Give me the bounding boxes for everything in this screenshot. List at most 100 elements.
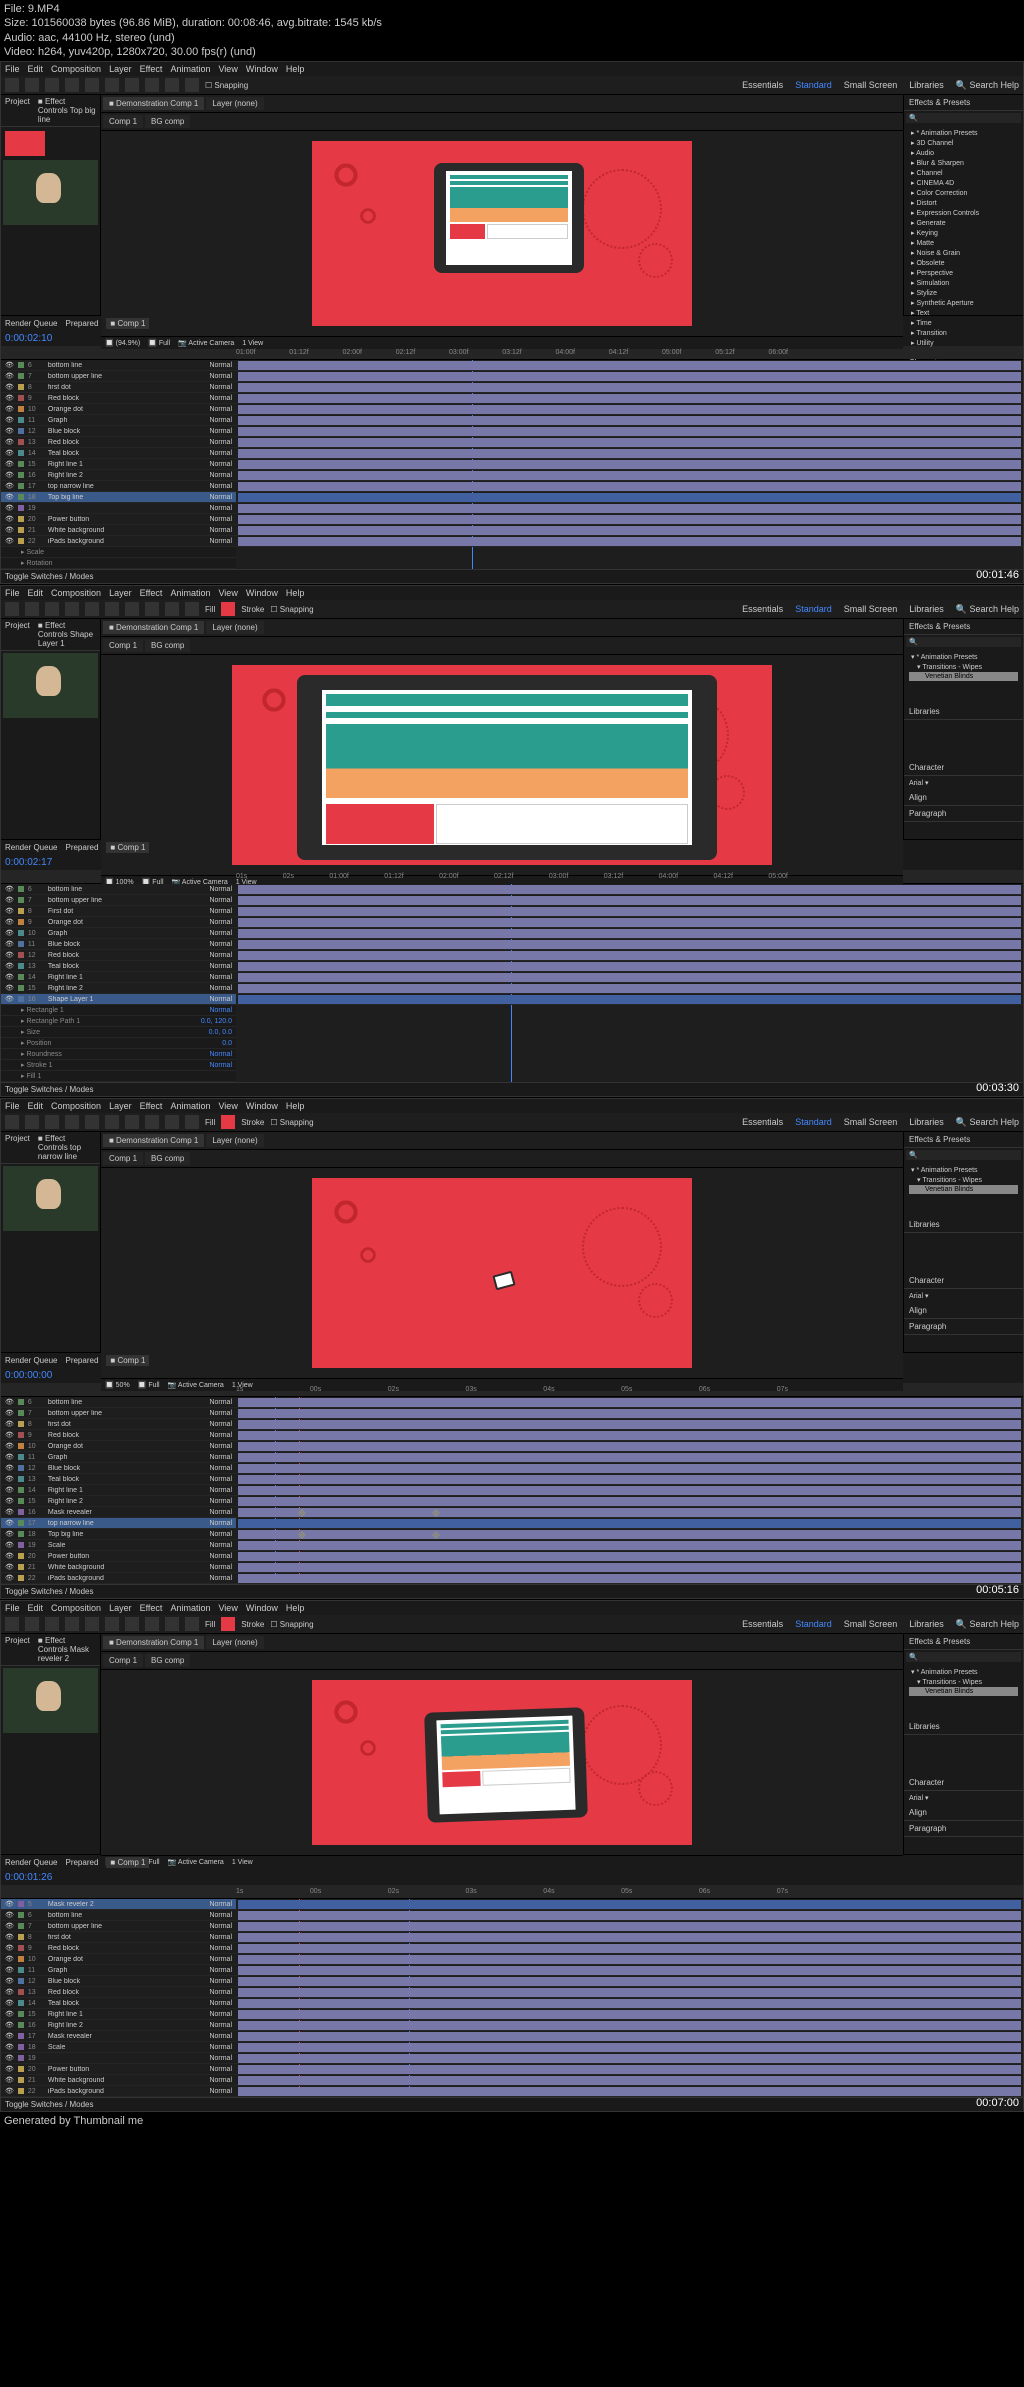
track-row[interactable]	[236, 1932, 1023, 1943]
layer-row[interactable]: 👁11GraphNormal	[1, 415, 236, 426]
property-row[interactable]: ▸ Fill 1	[1, 1071, 236, 1082]
layer-row[interactable]: 👁15Right line 1Normal	[1, 459, 236, 470]
tool-icon[interactable]	[125, 1115, 139, 1129]
layer-color[interactable]	[18, 417, 24, 423]
layer-bar[interactable]	[238, 1933, 1021, 1942]
comp-tab[interactable]: ■ Comp 1	[106, 842, 149, 853]
property-row[interactable]: ▸ Scale	[1, 547, 236, 558]
layer-bar[interactable]	[238, 1442, 1021, 1451]
preset-category[interactable]: ▸ Generate	[909, 218, 1018, 228]
workspace-small screen[interactable]: Small Screen	[844, 1619, 898, 1630]
visibility-icon[interactable]: 👁	[5, 2076, 14, 2084]
track-row[interactable]	[236, 393, 1023, 404]
visibility-icon[interactable]: 👁	[5, 1508, 14, 1516]
camera-select[interactable]: 📷 Active Camera	[168, 1858, 224, 1866]
tool-icon[interactable]	[185, 1115, 199, 1129]
layer-bar[interactable]	[238, 1900, 1021, 1909]
toggle-switches[interactable]: Toggle Switches / Modes	[5, 572, 94, 581]
workspace-small screen[interactable]: Small Screen	[844, 80, 898, 91]
layer-color[interactable]	[18, 2066, 24, 2072]
layer-row[interactable]: 👁17top narrow lineNormal	[1, 1518, 236, 1529]
layer-row[interactable]: 👁20Power buttonNormal	[1, 514, 236, 525]
effect-controls-tab[interactable]: ■ Effect Controls Shape Layer 1	[34, 619, 100, 650]
track-row[interactable]	[236, 1540, 1023, 1551]
layer-bar[interactable]	[238, 394, 1021, 403]
breadcrumb[interactable]: Comp 1	[103, 115, 143, 128]
layer-row[interactable]: 👁11GraphNormal	[1, 1452, 236, 1463]
menu-file[interactable]: File	[5, 588, 20, 598]
fill-swatch[interactable]	[221, 1115, 235, 1129]
layer-color[interactable]	[18, 908, 24, 914]
visibility-icon[interactable]: 👁	[5, 1497, 14, 1505]
fill-label[interactable]: Fill	[205, 1620, 215, 1629]
libraries-panel[interactable]: Libraries	[904, 1719, 1023, 1735]
visibility-icon[interactable]: 👁	[5, 2087, 14, 2095]
composition-canvas[interactable]	[232, 665, 772, 865]
menu-view[interactable]: View	[218, 1603, 237, 1613]
track-row[interactable]	[236, 972, 1023, 983]
search-help[interactable]: 🔍 Search Help	[956, 1619, 1019, 1630]
layer-color[interactable]	[18, 985, 24, 991]
layer-color[interactable]	[18, 538, 24, 544]
menu-file[interactable]: File	[5, 1101, 20, 1111]
layer-bar[interactable]	[238, 918, 1021, 927]
breadcrumb[interactable]: BG comp	[145, 1654, 190, 1667]
paragraph-panel[interactable]: Align	[904, 790, 1023, 806]
menu-composition[interactable]: Composition	[51, 588, 101, 598]
layer-bar[interactable]	[238, 1922, 1021, 1931]
layer-bar[interactable]	[238, 2021, 1021, 2030]
tool-icon[interactable]	[5, 1115, 19, 1129]
visibility-icon[interactable]: 👁	[5, 1398, 14, 1406]
breadcrumb[interactable]: Comp 1	[103, 1152, 143, 1165]
menu-animation[interactable]: Animation	[170, 1603, 210, 1613]
comp-tab-layer[interactable]: Layer (none)	[206, 1134, 263, 1147]
visibility-icon[interactable]: 👁	[5, 526, 14, 534]
preset-category[interactable]: ▸ Keying	[909, 228, 1018, 238]
property-row[interactable]: ▸ Rectangle Path 10.0, 120.0	[1, 1016, 236, 1027]
tool-icon[interactable]	[45, 602, 59, 616]
track-row[interactable]	[236, 2020, 1023, 2031]
layer-bar[interactable]	[238, 2087, 1021, 2096]
layer-color[interactable]	[18, 886, 24, 892]
project-tab[interactable]: Project	[1, 95, 34, 126]
menu-window[interactable]: Window	[246, 1101, 278, 1111]
tool-icon[interactable]	[25, 1617, 39, 1631]
layer-color[interactable]	[18, 428, 24, 434]
workspace-libraries[interactable]: Libraries	[909, 604, 944, 615]
layer-row[interactable]: 👁7bottom upper lineNormal	[1, 895, 236, 906]
layer-bar[interactable]	[238, 962, 1021, 971]
visibility-icon[interactable]: 👁	[5, 416, 14, 424]
layer-color[interactable]	[18, 941, 24, 947]
layer-row[interactable]: 👁21White backgroundNormal	[1, 525, 236, 536]
track-row[interactable]	[236, 1408, 1023, 1419]
layer-color[interactable]	[18, 450, 24, 456]
layer-bar[interactable]	[238, 973, 1021, 982]
layer-bar[interactable]	[238, 460, 1021, 469]
tool-icon[interactable]	[85, 1115, 99, 1129]
character-panel[interactable]: Character	[904, 1273, 1023, 1289]
layer-row[interactable]: 👁19Normal	[1, 503, 236, 514]
toggle-switches[interactable]: Toggle Switches / Modes	[5, 1587, 94, 1596]
menu-effect[interactable]: Effect	[140, 1603, 163, 1613]
track-row[interactable]	[236, 1954, 1023, 1965]
layer-row[interactable]: 👁21White backgroundNormal	[1, 2075, 236, 2086]
tool-icon[interactable]	[25, 602, 39, 616]
workspace-standard[interactable]: Standard	[795, 1117, 832, 1128]
menu-view[interactable]: View	[218, 64, 237, 74]
layer-bar[interactable]	[238, 504, 1021, 513]
visibility-icon[interactable]: 👁	[5, 427, 14, 435]
resolution[interactable]: 🔲 Full	[148, 339, 170, 347]
comp-tab[interactable]: ■ Comp 1	[106, 1857, 149, 1868]
comp-tab-layer[interactable]: Layer (none)	[206, 621, 263, 634]
preset-category[interactable]: ▸ Expression Controls	[909, 208, 1018, 218]
track-row[interactable]	[236, 1485, 1023, 1496]
menu-window[interactable]: Window	[246, 64, 278, 74]
layer-color[interactable]	[18, 1901, 24, 1907]
tool-icon[interactable]	[85, 1617, 99, 1631]
preset-category[interactable]: ▸ Stylize	[909, 288, 1018, 298]
layer-color[interactable]	[18, 2055, 24, 2061]
layer-row[interactable]: 👁8first dotNormal	[1, 382, 236, 393]
layer-bar[interactable]	[238, 1508, 1021, 1517]
track-row[interactable]	[236, 1430, 1023, 1441]
tool-icon[interactable]	[165, 1617, 179, 1631]
